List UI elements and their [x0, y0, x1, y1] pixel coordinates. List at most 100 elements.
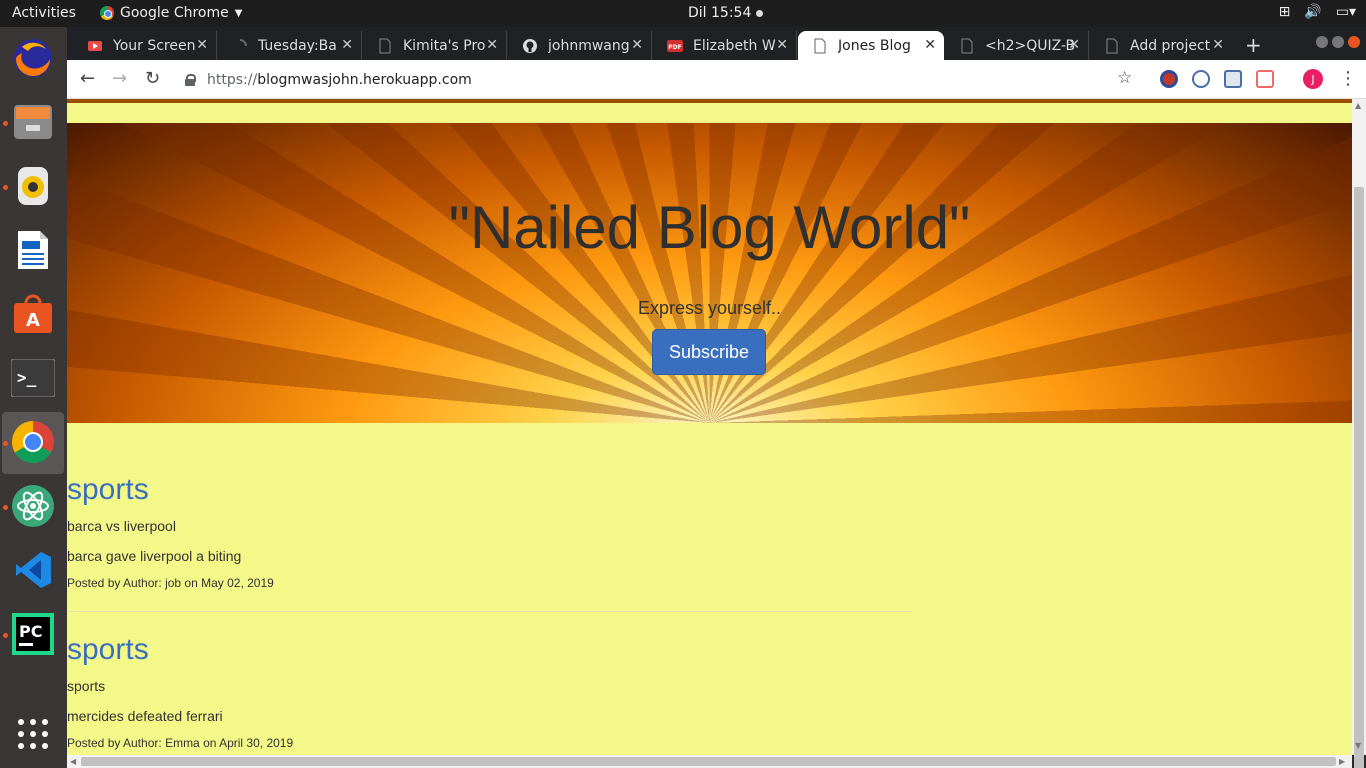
loading-icon: [239, 38, 247, 46]
system-tray[interactable]: ⊞ 🔊 ▭▾: [1279, 4, 1356, 20]
scroll-right-arrow-icon[interactable]: ▶: [1339, 757, 1345, 766]
notification-dot-icon: [756, 9, 764, 17]
document-icon: [1106, 38, 1118, 53]
vertical-scroll-thumb[interactable]: [1354, 187, 1364, 768]
browser-toolbar: ← → ↻ https:// blogmwasjohn.herokuapp.co…: [67, 60, 1366, 99]
network-icon[interactable]: ⊞: [1279, 4, 1291, 20]
close-icon[interactable]: ✕: [1212, 37, 1224, 53]
running-indicator: [3, 185, 8, 190]
svg-text:A: A: [26, 310, 40, 331]
software-center-icon[interactable]: A: [10, 291, 56, 337]
scroll-left-arrow-icon[interactable]: ◀: [70, 757, 76, 766]
close-icon[interactable]: ✕: [486, 37, 498, 53]
scroll-down-arrow-icon[interactable]: ▼: [1355, 741, 1361, 750]
rhythmbox-icon[interactable]: [10, 163, 56, 209]
close-icon[interactable]: ✕: [341, 37, 353, 53]
scroll-up-arrow-icon[interactable]: ▲: [1355, 101, 1361, 110]
profile-avatar[interactable]: J: [1303, 69, 1323, 89]
tab-johnmwang[interactable]: johnmwang ✕: [508, 31, 652, 60]
tab-title: <h2>QUIZ-B: [985, 37, 1076, 54]
app-menu[interactable]: Google Chrome ▼: [100, 5, 242, 21]
forward-arrow-icon[interactable]: →: [112, 68, 127, 89]
vertical-scrollbar[interactable]: ▲ ▼: [1352, 99, 1366, 768]
close-icon[interactable]: ✕: [776, 37, 788, 53]
tab-add-project[interactable]: Add project ✕: [1090, 31, 1232, 60]
window-close-icon[interactable]: [1348, 36, 1360, 48]
svg-text:>_: >_: [17, 368, 37, 387]
hero-title: "Nailed Blog World": [448, 194, 971, 261]
activities-button[interactable]: Activities: [12, 5, 76, 21]
chevron-down-icon: ▼: [234, 7, 243, 19]
app-menu-label: Google Chrome: [120, 5, 229, 21]
pdf-icon: PDF: [667, 39, 683, 52]
running-indicator: [3, 633, 8, 638]
more-vert-icon[interactable]: ⋮: [1339, 68, 1357, 89]
bookmark-star-icon[interactable]: ☆: [1117, 68, 1132, 88]
post-category-link[interactable]: sports: [67, 473, 149, 507]
url-host: blogmwasjohn.herokuapp.com: [257, 72, 472, 88]
app-grid-icon[interactable]: [10, 711, 56, 757]
clock-label: Dil 15:54: [688, 5, 752, 21]
battery-icon[interactable]: ▭▾: [1336, 4, 1356, 20]
tab-quiz[interactable]: <h2>QUIZ-B ✕: [945, 31, 1089, 60]
reload-icon[interactable]: ↻: [145, 68, 160, 89]
github-icon: [523, 38, 537, 53]
running-indicator: [3, 121, 8, 126]
post-divider: [67, 611, 912, 612]
tab-title: Your Screen: [113, 37, 196, 54]
address-bar[interactable]: https:// blogmwasjohn.herokuapp.com: [185, 66, 1145, 94]
extension-blocker-icon[interactable]: [1160, 70, 1178, 88]
chrome-icon: [100, 6, 114, 20]
tab-elizabeth[interactable]: PDF Elizabeth W ✕: [653, 31, 797, 60]
system-top-bar: Activities Google Chrome ▼ Dil 15:54 ⊞ 🔊…: [0, 0, 1366, 27]
hero-subtitle: Express yourself..: [637, 298, 782, 318]
page-top-border: [67, 99, 1352, 103]
tab-tuesday[interactable]: Tuesday:Ba ✕: [218, 31, 362, 60]
tab-title: Kimita's Pro: [403, 37, 486, 54]
horizontal-scrollbar[interactable]: ◀ ▶: [67, 755, 1352, 768]
pycharm-icon[interactable]: PC: [10, 611, 56, 657]
new-tab-plus-icon[interactable]: +: [1245, 33, 1262, 57]
volume-icon[interactable]: 🔊: [1304, 4, 1321, 20]
document-icon: [379, 38, 391, 53]
tab-jones-blog[interactable]: Jones Blog ✕: [798, 31, 944, 60]
subscribe-button[interactable]: Subscribe: [652, 329, 766, 375]
files-icon[interactable]: [10, 99, 56, 145]
post-category-link[interactable]: sports: [67, 633, 149, 667]
svg-text:PDF: PDF: [668, 44, 681, 51]
extension-capture-icon[interactable]: [1224, 70, 1242, 88]
post-body: barca gave liverpool a biting: [67, 548, 242, 564]
extension-cast-icon[interactable]: [1256, 70, 1274, 88]
page-viewport: "Nailed Blog World" Express yourself.. S…: [67, 99, 1352, 755]
close-icon[interactable]: ✕: [924, 37, 936, 53]
maximize-icon[interactable]: [1332, 36, 1344, 48]
window-controls: [1316, 36, 1360, 48]
post-meta: Posted by Author: job on May 02, 2019: [67, 576, 274, 590]
chrome-dock-icon[interactable]: [10, 419, 56, 465]
firefox-icon[interactable]: [10, 35, 56, 81]
tab-your-screen[interactable]: Your Screen ✕: [73, 31, 217, 60]
back-arrow-icon[interactable]: ←: [80, 68, 95, 89]
vscode-icon[interactable]: [10, 547, 56, 593]
running-indicator: [3, 505, 8, 510]
atom-icon[interactable]: [10, 483, 56, 529]
post-title: sports: [67, 678, 106, 694]
close-icon[interactable]: ✕: [1068, 37, 1080, 53]
terminal-icon[interactable]: >_: [10, 355, 56, 401]
post-title: barca vs liverpool: [67, 518, 176, 534]
close-icon[interactable]: ✕: [631, 37, 643, 53]
screencast-icon: [88, 40, 102, 51]
clock[interactable]: Dil 15:54: [688, 5, 764, 21]
document-icon: [814, 38, 826, 53]
close-icon[interactable]: ✕: [196, 37, 208, 53]
running-indicator: [3, 441, 8, 446]
lock-icon[interactable]: [185, 74, 196, 86]
writer-icon[interactable]: [10, 227, 56, 273]
minimize-icon[interactable]: [1316, 36, 1328, 48]
document-icon: [961, 38, 973, 53]
extension-search-icon[interactable]: [1192, 70, 1210, 88]
tab-title: johnmwang: [548, 37, 630, 54]
tab-kimitas-project[interactable]: Kimita's Pro ✕: [363, 31, 507, 60]
horizontal-scroll-thumb[interactable]: [81, 757, 1336, 766]
dock: A >_ PC: [0, 27, 67, 768]
